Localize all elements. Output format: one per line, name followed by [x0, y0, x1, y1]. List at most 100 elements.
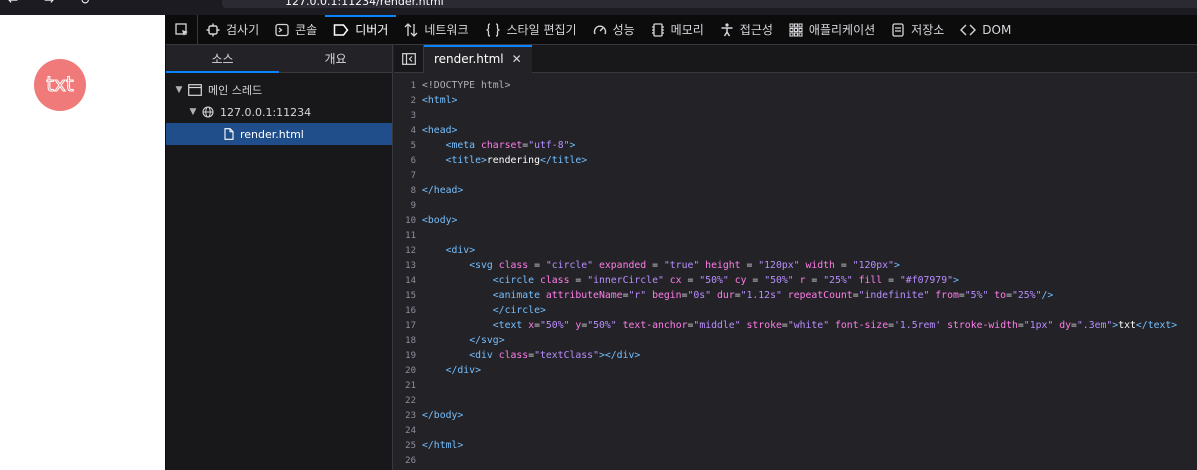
line-number[interactable]: 26: [394, 456, 422, 466]
element-picker-button[interactable]: [166, 14, 198, 45]
code-line[interactable]: 23 </body>: [394, 408, 1197, 423]
tab-performance[interactable]: 성능: [585, 15, 643, 45]
close-icon[interactable]: ✕: [512, 52, 522, 66]
line-number[interactable]: 15: [394, 291, 422, 301]
tab-debugger[interactable]: 디버거: [325, 14, 397, 45]
tab-memory[interactable]: 메모리: [643, 15, 712, 45]
line-number[interactable]: 10: [394, 216, 422, 226]
back-icon[interactable]: ←: [8, 0, 18, 7]
code-line[interactable]: 7: [394, 168, 1197, 183]
line-number[interactable]: 21: [394, 381, 422, 391]
code-line[interactable]: 11: [394, 228, 1197, 243]
code-view[interactable]: 1 <!DOCTYPE html> 2 <html> 3 4 <head> 5 <meta c…: [394, 78, 1197, 470]
code-line[interactable]: 10 <body>: [394, 213, 1197, 228]
code-line[interactable]: 26: [394, 453, 1197, 468]
reload-icon[interactable]: ↻: [80, 0, 90, 7]
code-line[interactable]: 17 <text x="50%" y="50%" text-anchor="mi…: [394, 318, 1197, 333]
network-icon: [404, 22, 418, 37]
line-number[interactable]: 20: [394, 366, 422, 376]
line-number[interactable]: 7: [394, 171, 422, 181]
code-line[interactable]: 16 </circle>: [394, 303, 1197, 318]
expand-arrow-icon[interactable]: ▼: [188, 107, 198, 117]
line-number[interactable]: 11: [394, 231, 422, 241]
line-source: <!DOCTYPE html>: [422, 80, 511, 91]
file-icon: [224, 128, 234, 140]
style-editor-icon: [485, 22, 501, 37]
code-line[interactable]: 5 <meta charset="utf-8">: [394, 138, 1197, 153]
line-number[interactable]: 9: [394, 201, 422, 211]
tree-item[interactable]: render.html: [166, 123, 392, 145]
code-line[interactable]: 6 <title>rendering</title>: [394, 153, 1197, 168]
tree-item[interactable]: ▼ 메인 스레드: [166, 79, 392, 101]
tab-outline[interactable]: 개요: [279, 45, 392, 72]
devtools-toolbar: 검사기 콘솔 디버거 네트워크 스타일 편집기 성능 메모리 접근성 애플리케이션 저장소 DOM: [166, 14, 1197, 45]
code-line[interactable]: 8 </head>: [394, 183, 1197, 198]
tab-application[interactable]: 애플리케이션: [781, 15, 883, 45]
line-number[interactable]: 24: [394, 426, 422, 436]
tree-item[interactable]: ▼ 127.0.0.1:11234: [166, 101, 392, 123]
main-thread-icon: [188, 84, 202, 96]
line-number[interactable]: 6: [394, 156, 422, 166]
line-number[interactable]: 22: [394, 396, 422, 406]
tab-dom[interactable]: DOM: [952, 15, 1019, 45]
line-number[interactable]: 4: [394, 126, 422, 136]
editor-tab-render-html[interactable]: render.html ✕: [424, 44, 532, 73]
line-number[interactable]: 13: [394, 261, 422, 271]
browser-top-strip: ← → ↻ 127.0.0.1:11234/render.html: [0, 0, 1197, 15]
code-line[interactable]: 4 <head>: [394, 123, 1197, 138]
code-line[interactable]: 1 <!DOCTYPE html>: [394, 78, 1197, 93]
line-number[interactable]: 3: [394, 111, 422, 121]
code-line[interactable]: 19 <div class="textClass"></div>: [394, 348, 1197, 363]
line-number[interactable]: 14: [394, 276, 422, 286]
code-line[interactable]: 3: [394, 108, 1197, 123]
line-source: <head>: [422, 125, 458, 136]
line-number[interactable]: 8: [394, 186, 422, 196]
code-line[interactable]: 18 </svg>: [394, 333, 1197, 348]
line-number[interactable]: 2: [394, 96, 422, 106]
code-line[interactable]: 22: [394, 393, 1197, 408]
tab-network[interactable]: 네트워크: [396, 15, 476, 45]
line-source: <text x="50%" y="50%" text-anchor="middl…: [492, 320, 1178, 331]
tab-label: 네트워크: [424, 23, 469, 37]
tab-sources[interactable]: 소스: [166, 45, 279, 73]
forward-icon[interactable]: →: [44, 0, 54, 7]
code-line[interactable]: 12 <div>: [394, 243, 1197, 258]
code-line[interactable]: 25 </html>: [394, 438, 1197, 453]
code-line[interactable]: 2 <html>: [394, 93, 1197, 108]
line-number[interactable]: 25: [394, 441, 422, 451]
storage-icon: [891, 22, 905, 37]
code-line[interactable]: 21: [394, 378, 1197, 393]
line-source: </head>: [422, 185, 464, 196]
tab-console[interactable]: 콘솔: [267, 15, 325, 45]
inspector-icon: [206, 23, 220, 37]
tab-accessibility[interactable]: 접근성: [712, 15, 781, 45]
tab-storage[interactable]: 저장소: [883, 15, 952, 45]
line-source: <animate attributeName="r" begin="0s" du…: [492, 290, 1054, 301]
line-number[interactable]: 19: [394, 351, 422, 361]
line-number[interactable]: 5: [394, 141, 422, 151]
tab-inspector[interactable]: 검사기: [198, 15, 267, 45]
tab-label: 성능: [612, 23, 635, 37]
line-number[interactable]: 16: [394, 306, 422, 316]
code-line[interactable]: 20 </div>: [394, 363, 1197, 378]
line-number[interactable]: 23: [394, 411, 422, 421]
code-line[interactable]: 15 <animate attributeName="r" begin="0s"…: [394, 288, 1197, 303]
line-number[interactable]: 12: [394, 246, 422, 256]
line-source: <title>rendering</title>: [445, 155, 588, 166]
code-line[interactable]: 9: [394, 198, 1197, 213]
line-source: <html>: [422, 95, 458, 106]
code-line[interactable]: 14 <circle class = "innerCircle" cx = "5…: [394, 273, 1197, 288]
line-source: </svg>: [469, 335, 505, 346]
sidebar-toggle-icon: [401, 52, 416, 65]
line-number[interactable]: 17: [394, 321, 422, 331]
url-text: 127.0.0.1:11234/render.html: [285, 0, 444, 8]
line-source: </html>: [422, 440, 464, 451]
code-line[interactable]: 13 <svg class = "circle" expanded = "tru…: [394, 258, 1197, 273]
line-number[interactable]: 1: [394, 81, 422, 91]
line-source: </div>: [445, 365, 481, 376]
toggle-sources-button[interactable]: [394, 44, 424, 73]
tab-style-editor[interactable]: 스타일 편집기: [477, 15, 585, 45]
expand-arrow-icon[interactable]: ▼: [174, 85, 184, 95]
code-line[interactable]: 24: [394, 423, 1197, 438]
line-number[interactable]: 18: [394, 336, 422, 346]
